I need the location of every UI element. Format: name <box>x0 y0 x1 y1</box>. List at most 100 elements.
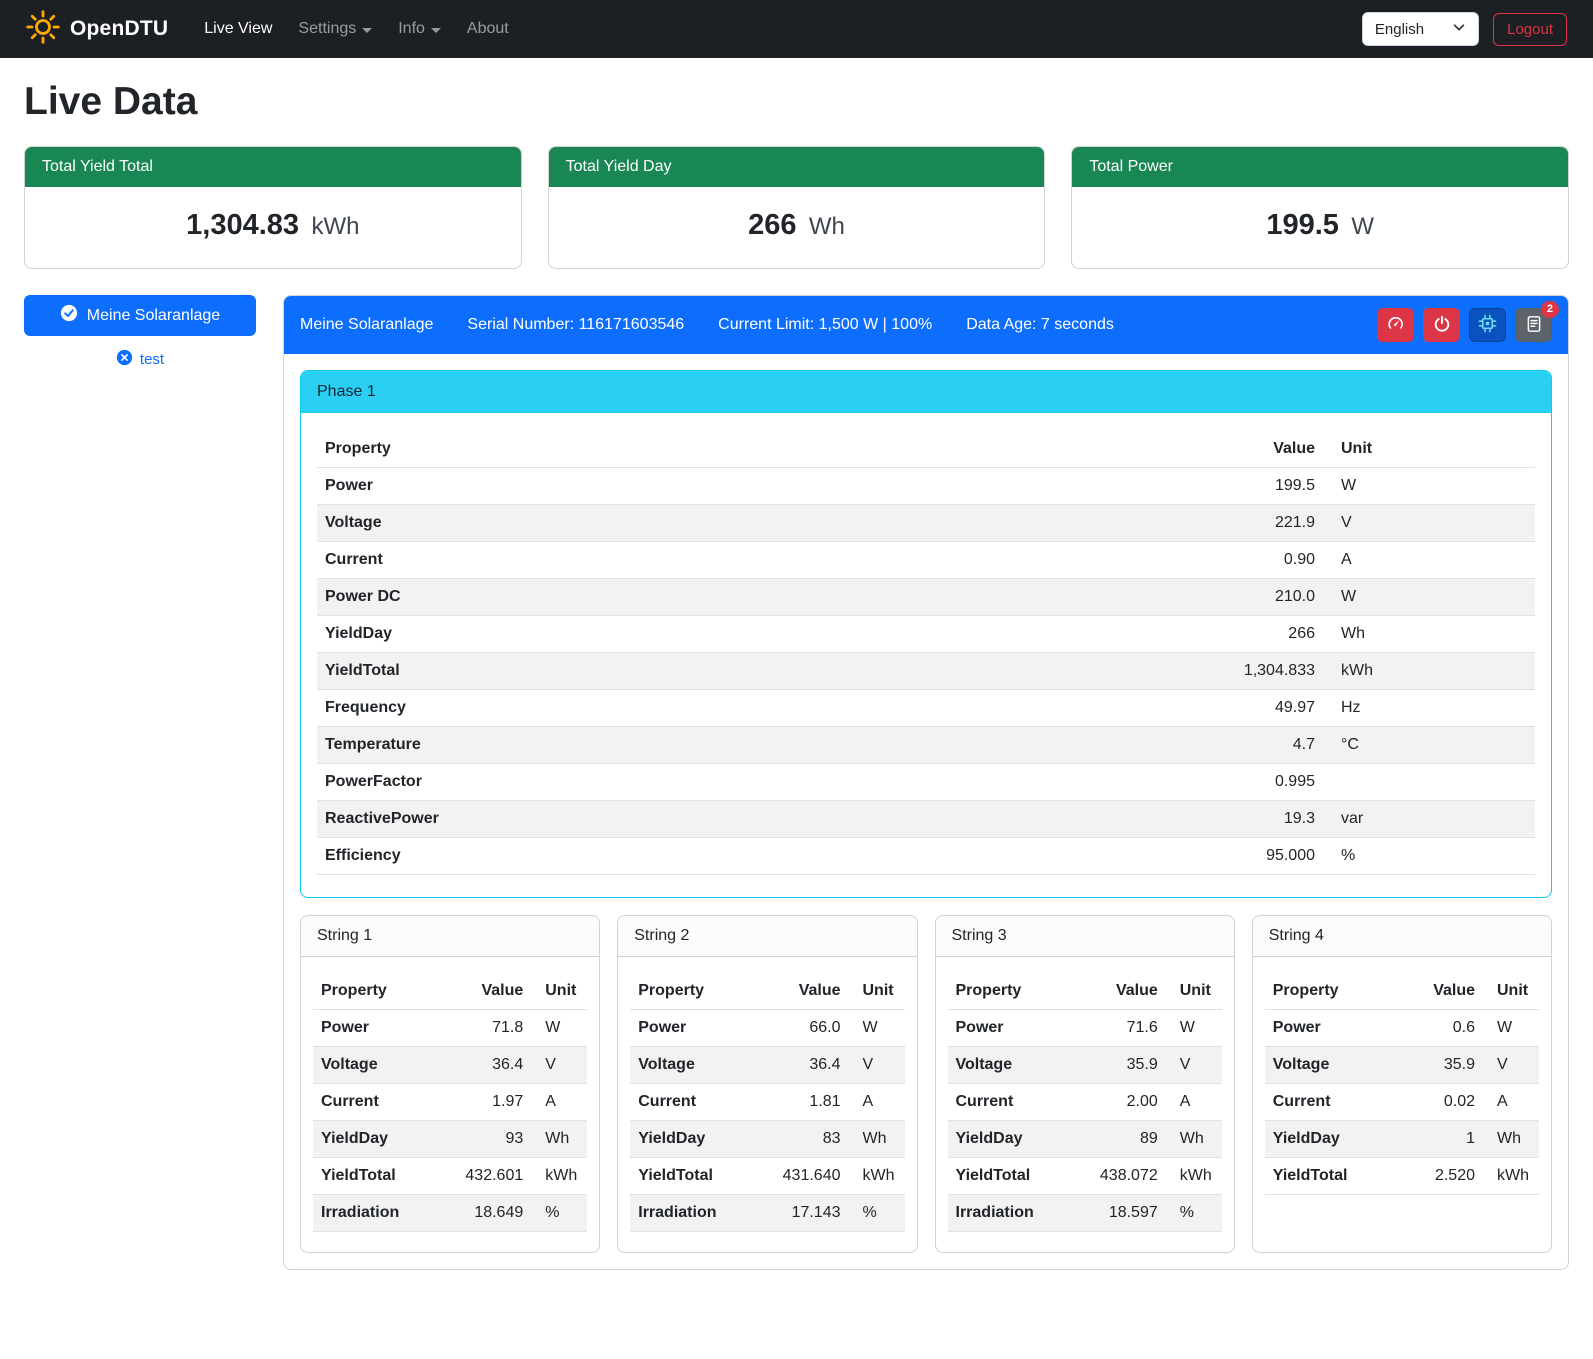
nav-item-info[interactable]: Info <box>388 12 451 46</box>
row-property: Irradiation <box>313 1195 435 1232</box>
row-value: 89 <box>1070 1121 1166 1158</box>
row-unit: Wh <box>1483 1121 1539 1158</box>
sun-logo-icon <box>26 10 60 49</box>
row-unit: Wh <box>531 1121 587 1158</box>
row-property: Voltage <box>313 1047 435 1084</box>
column-header-unit: Unit <box>1323 431 1535 468</box>
power-button[interactable] <box>1423 308 1460 342</box>
top-navbar: OpenDTU Live View Settings Info About En… <box>0 0 1593 58</box>
column-header-value: Value <box>435 973 531 1010</box>
row-value: 431.640 <box>753 1158 849 1195</box>
nav-item-settings-label: Settings <box>298 20 356 38</box>
table-row: Voltage 221.9 V <box>317 505 1535 542</box>
row-value: 18.597 <box>1070 1195 1166 1232</box>
logout-button[interactable]: Logout <box>1493 13 1567 46</box>
cpu-icon <box>1478 314 1497 336</box>
summary-unit: kWh <box>312 213 360 240</box>
row-unit: % <box>849 1195 905 1232</box>
row-unit: % <box>531 1195 587 1232</box>
table-row: Voltage 35.9 V <box>1265 1047 1539 1084</box>
row-unit: W <box>1166 1010 1222 1047</box>
chevron-down-icon <box>1452 20 1466 38</box>
row-property: Voltage <box>948 1047 1070 1084</box>
row-value: 0.995 <box>919 764 1323 801</box>
row-unit: V <box>531 1047 587 1084</box>
string-title: String 1 <box>301 916 599 957</box>
row-unit: °C <box>1323 727 1535 764</box>
table-row: Voltage 36.4 V <box>313 1047 587 1084</box>
row-property: Voltage <box>630 1047 752 1084</box>
row-value: 1,304.833 <box>919 653 1323 690</box>
sidebar-item-test[interactable]: test <box>24 349 256 370</box>
table-header-row: Property Value Unit <box>313 973 587 1010</box>
string-table-body: Power 71.6 W Voltage 35.9 V <box>948 1010 1222 1232</box>
table-row: Power 71.8 W <box>313 1010 587 1047</box>
nav-item-about[interactable]: About <box>457 12 519 46</box>
row-property: Power <box>313 1010 435 1047</box>
string-title: String 4 <box>1253 916 1551 957</box>
row-property: Power <box>1265 1010 1398 1047</box>
nav-links: Live View Settings Info About <box>194 12 519 46</box>
row-value: 438.072 <box>1070 1158 1166 1195</box>
row-value: 71.6 <box>1070 1010 1166 1047</box>
row-value: 4.7 <box>919 727 1323 764</box>
row-property: YieldTotal <box>1265 1158 1398 1195</box>
limit-settings-button[interactable] <box>1377 308 1414 342</box>
row-property: Temperature <box>317 727 919 764</box>
row-value: 95.000 <box>919 838 1323 875</box>
summary-card-body: 199.5 W <box>1072 187 1568 268</box>
nav-item-live-view[interactable]: Live View <box>194 12 282 46</box>
table-row: YieldTotal 2.520 kWh <box>1265 1158 1539 1195</box>
table-row: Current 2.00 A <box>948 1084 1222 1121</box>
row-unit: Wh <box>1323 616 1535 653</box>
string-card-3: String 3 Property Value Unit <box>935 915 1235 1253</box>
column-header-unit: Unit <box>531 973 587 1010</box>
row-property: Power DC <box>317 579 919 616</box>
chevron-down-icon <box>362 28 372 33</box>
table-header-row: Property Value Unit <box>1265 973 1539 1010</box>
language-select[interactable]: English <box>1362 12 1479 46</box>
page-content: Live Data Total Yield Total 1,304.83 kWh… <box>0 58 1593 1300</box>
table-row: Current 1.81 A <box>630 1084 904 1121</box>
brand[interactable]: OpenDTU <box>26 10 168 49</box>
device-info-button[interactable] <box>1469 308 1506 342</box>
phase-table-body: Power 199.5 W Voltage 221.9 V <box>317 468 1535 875</box>
inverter-header: Meine Solaranlage Serial Number: 1161716… <box>284 296 1568 354</box>
row-unit: W <box>1323 468 1535 505</box>
string-table-body: Power 71.8 W Voltage 36.4 V <box>313 1010 587 1232</box>
summary-card-total-power: Total Power 199.5 W <box>1071 146 1569 269</box>
row-value: 1 <box>1398 1121 1483 1158</box>
string-table-body: Power 66.0 W Voltage 36.4 V <box>630 1010 904 1232</box>
row-value: 2.00 <box>1070 1084 1166 1121</box>
summary-card-title: Total Yield Day <box>549 147 1045 187</box>
row-unit: V <box>849 1047 905 1084</box>
row-value: 17.143 <box>753 1195 849 1232</box>
chevron-down-icon <box>431 28 441 33</box>
phase-table: Property Value Unit Power <box>317 431 1535 875</box>
journal-text-icon <box>1525 315 1543 336</box>
table-row: YieldTotal 432.601 kWh <box>313 1158 587 1195</box>
column-header-value: Value <box>919 431 1323 468</box>
string-table-body: Power 0.6 W Voltage 35.9 V <box>1265 1010 1539 1195</box>
table-row: PowerFactor 0.995 <box>317 764 1535 801</box>
row-value: 2.520 <box>1398 1158 1483 1195</box>
row-unit: kWh <box>1166 1158 1222 1195</box>
table-row: Irradiation 18.597 % <box>948 1195 1222 1232</box>
table-header-row: Property Value Unit <box>630 973 904 1010</box>
column-header-property: Property <box>630 973 752 1010</box>
table-row: Current 0.02 A <box>1265 1084 1539 1121</box>
event-log-button[interactable]: 2 <box>1515 308 1552 342</box>
summary-card-total-yield-day: Total Yield Day 266 Wh <box>548 146 1046 269</box>
row-property: Current <box>948 1084 1070 1121</box>
nav-item-settings[interactable]: Settings <box>288 12 382 46</box>
table-row: Voltage 35.9 V <box>948 1047 1222 1084</box>
row-property: YieldTotal <box>313 1158 435 1195</box>
table-row: Irradiation 17.143 % <box>630 1195 904 1232</box>
table-row: YieldDay 89 Wh <box>948 1121 1222 1158</box>
sidebar-item-meine-solaranlage[interactable]: Meine Solaranlage <box>24 295 256 336</box>
string-title: String 2 <box>618 916 916 957</box>
row-unit: A <box>849 1084 905 1121</box>
table-row: Efficiency 95.000 % <box>317 838 1535 875</box>
sidebar-item-label: test <box>140 351 164 368</box>
row-value: 1.81 <box>753 1084 849 1121</box>
